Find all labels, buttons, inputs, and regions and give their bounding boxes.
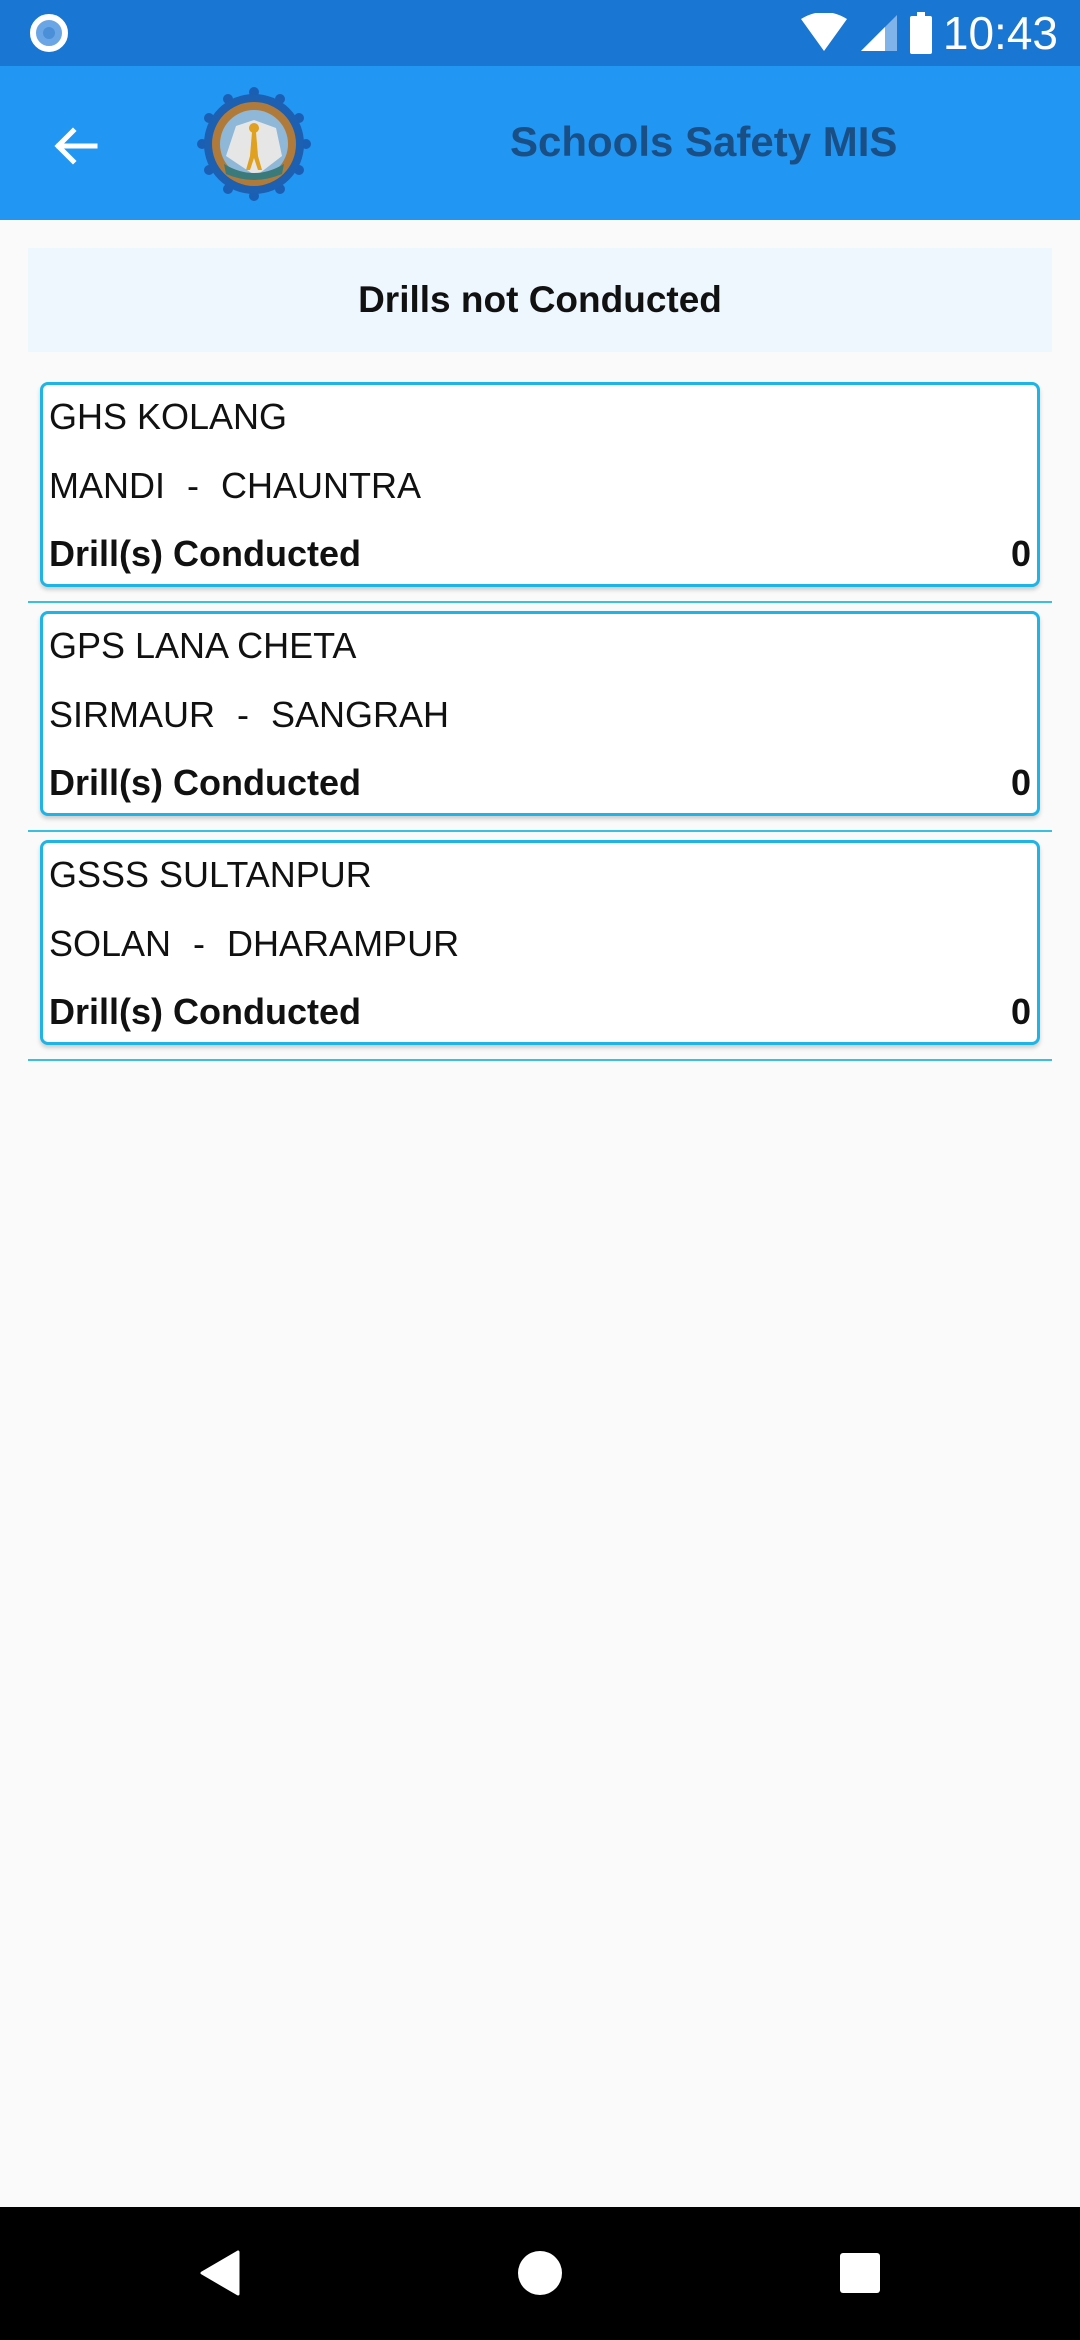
system-nav-bar [0, 2207, 1080, 2340]
drills-count: 0 [1010, 533, 1031, 574]
block: DHARAMPUR [227, 923, 460, 964]
block: SANGRAH [271, 694, 450, 735]
section-header: Drills not Conducted [28, 248, 1052, 352]
school-location: MANDI - CHAUNTRA [49, 464, 1031, 508]
drills-count: 0 [1010, 991, 1031, 1032]
district: MANDI [49, 465, 165, 506]
battery-icon [909, 12, 932, 54]
hpsdma-logo [196, 86, 312, 202]
status-icons: 10:43 [799, 7, 1058, 59]
list-item[interactable]: GHS KOLANG MANDI - CHAUNTRA Drill(s) Condu… [28, 382, 1052, 611]
divider [28, 601, 1052, 603]
nav-recents-button[interactable] [830, 2243, 890, 2303]
district: SIRMAUR [49, 694, 216, 735]
wifi-icon [800, 13, 847, 51]
school-card[interactable]: GPS LANA CHETA SIRMAUR - SANGRAH Drill(s) … [40, 611, 1040, 816]
drills-label: Drill(s) Conducted [49, 762, 361, 803]
drills-label: Drill(s) Conducted [49, 991, 361, 1032]
nav-home-icon [518, 2251, 562, 2295]
block: CHAUNTRA [221, 465, 422, 506]
nav-recents-icon [840, 2253, 880, 2293]
school-name: GHS KOLANG [49, 396, 288, 437]
drills-row: Drill(s) Conducted 0 [49, 532, 1031, 576]
signal-icon [860, 15, 897, 51]
app-title: Schools Safety MIS [510, 118, 898, 165]
school-location: SOLAN - DHARAMPUR [49, 922, 1031, 966]
drills-count: 0 [1010, 762, 1031, 803]
emblem-icon [197, 87, 311, 201]
nav-home-button[interactable] [510, 2243, 570, 2303]
nav-back-icon [200, 2250, 240, 2296]
school-card[interactable]: GSSS SULTANPUR SOLAN - DHARAMPUR Drill(s) … [40, 840, 1040, 1045]
clock: 10:43 [942, 7, 1058, 59]
status-bar: 10:43 [0, 0, 1080, 66]
school-list: GHS KOLANG MANDI - CHAUNTRA Drill(s) Condu… [28, 382, 1052, 1069]
location-separator: - [237, 694, 250, 735]
drills-label: Drill(s) Conducted [49, 533, 361, 574]
list-item[interactable]: GPS LANA CHETA SIRMAUR - SANGRAH Drill(s) … [28, 611, 1052, 840]
section-title: Drills not Conducted [358, 279, 722, 320]
list-item[interactable]: GSSS SULTANPUR SOLAN - DHARAMPUR Drill(s) … [28, 840, 1052, 1069]
notification-dot-icon [30, 14, 68, 52]
nav-back-button[interactable] [190, 2243, 250, 2303]
district: SOLAN [49, 923, 172, 964]
school-name: GPS LANA CHETA [49, 625, 357, 666]
location-separator: - [193, 923, 206, 964]
school-card[interactable]: GHS KOLANG MANDI - CHAUNTRA Drill(s) Condu… [40, 382, 1040, 587]
divider [28, 1059, 1052, 1061]
back-button[interactable] [40, 111, 110, 181]
divider [28, 830, 1052, 832]
school-name: GSSS SULTANPUR [49, 854, 372, 895]
app-bar: Schools Safety MIS [0, 66, 1080, 220]
school-location: SIRMAUR - SANGRAH [49, 693, 1031, 737]
arrow-back-icon [54, 127, 98, 165]
drills-row: Drill(s) Conducted 0 [49, 990, 1031, 1034]
drills-row: Drill(s) Conducted 0 [49, 761, 1031, 805]
location-separator: - [187, 465, 199, 506]
